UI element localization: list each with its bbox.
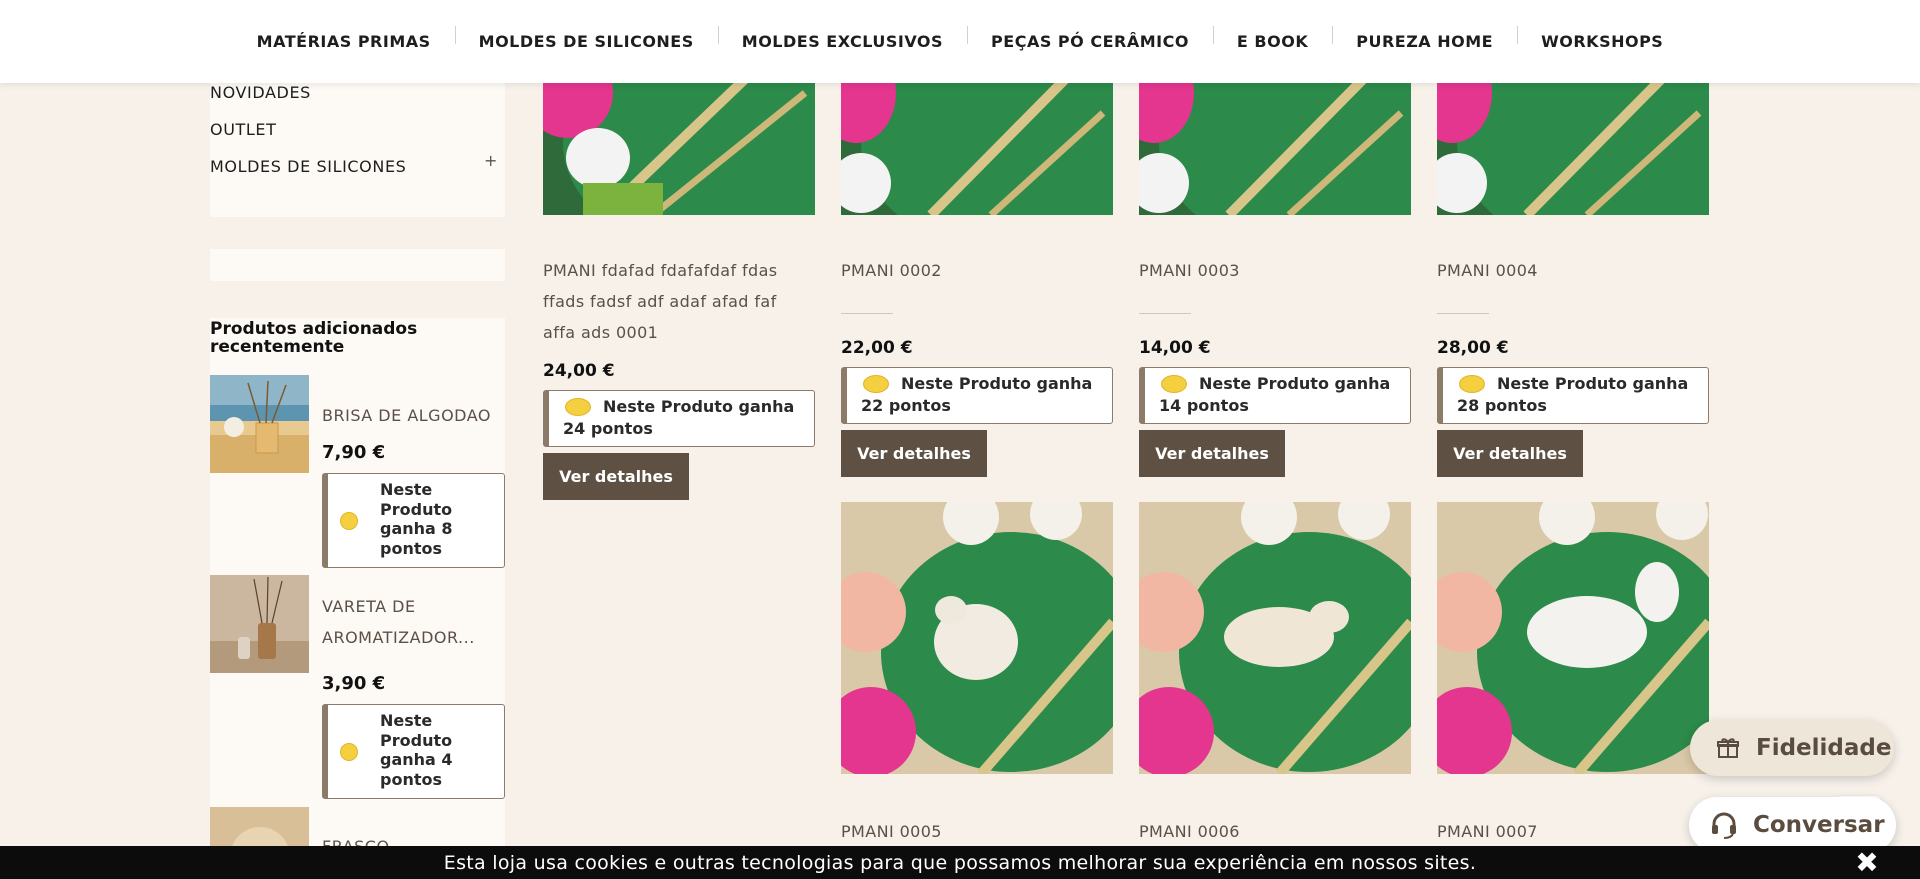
recent-item-name[interactable]: VARETA DE [322,591,502,622]
nav-item-moldes-exclusivos[interactable]: MOLDES EXCLUSIVOS [717,26,967,51]
top-navigation: MATÉRIAS PRIMAS MOLDES DE SILICONES MOLD… [0,0,1920,83]
product-points-box: Neste Produto ganha 28 pontos [1437,367,1709,424]
nav-item-pureza-home[interactable]: PUREZA HOME [1332,26,1517,51]
nav-item-pecas-po-ceramico[interactable]: PEÇAS PÓ CERÂMICO [967,26,1213,51]
product-price: 28,00 € [1437,338,1509,358]
sidebar-item-novidades[interactable]: NOVIDADES [210,83,311,102]
view-details-button[interactable]: Ver detalhes [841,430,987,477]
sidebar-category-menu: NOVIDADES OUTLET MOLDES DE SILICONES + [210,83,505,217]
product-name[interactable]: PMANI 0005 [841,816,1111,847]
nav-item-materias-primas[interactable]: MATÉRIAS PRIMAS [233,32,455,51]
close-icon[interactable]: ✖ [1852,846,1882,879]
view-details-button[interactable]: Ver detalhes [1139,430,1285,477]
product-price: 22,00 € [841,338,913,358]
sidebar-empty-panel [210,249,505,281]
view-details-button[interactable]: Ver detalhes [1437,430,1583,477]
recent-item-points-box: Neste Produto ganha 4 pontos [322,704,505,799]
product-name[interactable]: PMANI 0007 [1437,816,1707,847]
cookie-message: Esta loja usa cookies e outras tecnologi… [443,851,1477,874]
coin-icon [340,743,358,761]
nav-item-workshops[interactable]: WORKSHOPS [1517,26,1687,51]
product-name[interactable]: PMANI 0003 [1139,255,1409,286]
gift-icon [1717,738,1739,758]
recent-item-price: 3,90 € [322,673,386,694]
product-name[interactable]: PMANI 0002 [841,255,1111,286]
recent-item-name-line2[interactable]: AROMATIZADOR... [322,622,502,653]
nav-item-moldes-de-silicones[interactable]: MOLDES DE SILICONES [454,26,718,51]
loyalty-label: Fidelidade [1756,735,1892,761]
product-image[interactable] [1139,502,1411,774]
product-points-box: Neste Produto ganha 14 pontos [1139,367,1411,424]
sidebar-item-moldes-de-silicones[interactable]: MOLDES DE SILICONES [210,157,406,176]
sidebar-item-outlet[interactable]: OUTLET [210,120,276,139]
points-text: Neste Produto ganha 24 pontos [563,397,795,438]
recent-item-price: 7,90 € [322,442,386,463]
product-price: 24,00 € [543,361,615,381]
points-text: Neste Produto ganha 4 pontos [380,711,453,789]
product-thumbnail-image[interactable] [210,575,309,673]
points-text: Neste Produto ganha 22 pontos [861,374,1093,415]
chat-button[interactable]: Conversar [1689,797,1896,853]
recent-item-points-box: Neste Produto ganha 8 pontos [322,473,505,568]
view-details-button[interactable]: Ver detalhes [543,453,689,500]
coin-icon [340,512,358,530]
product-name[interactable]: PMANI fdafad fdafafdaf fdas ffads fadsf … [543,255,813,348]
cookie-banner: Esta loja usa cookies e outras tecnologi… [0,846,1920,879]
headset-icon [1712,812,1736,839]
expand-plus-icon[interactable]: + [484,151,497,170]
recently-added-products: Produtos adicionados recentemente BRISA … [210,318,505,879]
product-name[interactable]: PMANI 0006 [1139,816,1409,847]
loyalty-button[interactable]: Fidelidade [1690,720,1894,776]
product-points-box: Neste Produto ganha 22 pontos [841,367,1113,424]
points-text: Neste Produto ganha 8 pontos [380,480,453,558]
product-price: 14,00 € [1139,338,1211,358]
recent-products-title: Produtos adicionados recentemente [210,319,418,357]
product-name[interactable]: PMANI 0004 [1437,255,1707,286]
recent-item-name[interactable]: BRISA DE ALGODAO [322,400,502,431]
product-image[interactable] [841,502,1113,774]
points-text: Neste Produto ganha 28 pontos [1457,374,1689,415]
divider [1139,313,1191,314]
product-thumbnail-image[interactable] [210,375,309,473]
product-points-box: Neste Produto ganha 24 pontos [543,390,815,447]
divider [841,313,893,314]
product-image[interactable] [1437,502,1709,774]
divider [1437,313,1489,314]
nav-item-e-book[interactable]: E BOOK [1212,26,1332,51]
chat-label: Conversar [1753,812,1885,838]
points-text: Neste Produto ganha 14 pontos [1159,374,1391,415]
